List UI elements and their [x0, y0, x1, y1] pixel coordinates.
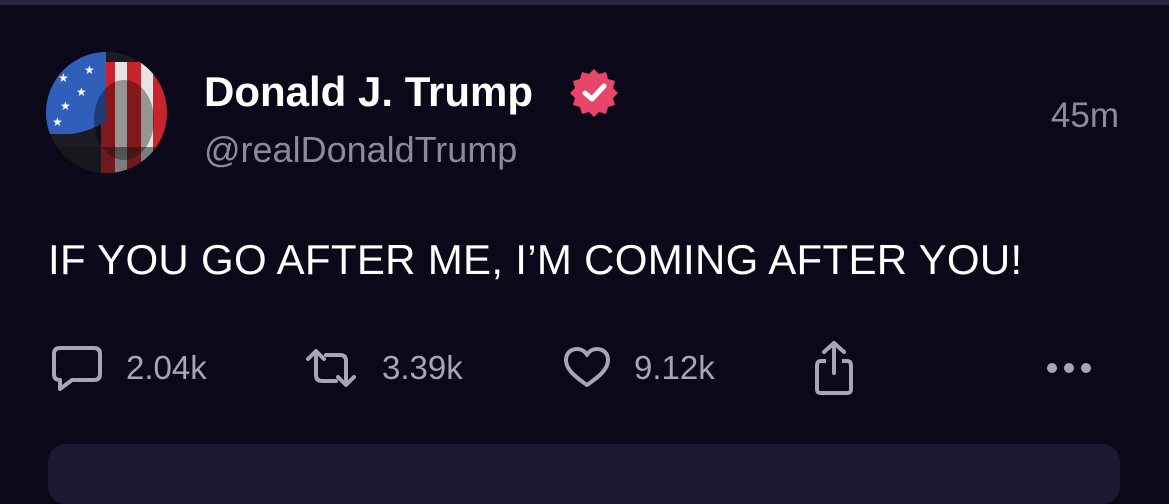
avatar-image: ★ ★ ★ ★ ★ [46, 52, 167, 173]
like-count: 9.12k [634, 349, 715, 386]
svg-text:★: ★ [58, 71, 69, 85]
display-name[interactable]: Donald J. Trump [204, 68, 533, 116]
user-handle[interactable]: @realDonaldTrump [204, 129, 517, 171]
avatar[interactable]: ★ ★ ★ ★ ★ [46, 52, 167, 173]
reply-count: 2.04k [126, 349, 207, 386]
repost-count: 3.39k [382, 349, 463, 386]
more-dots-icon [1047, 363, 1091, 373]
svg-text:★: ★ [76, 85, 87, 99]
more-options-button[interactable] [1045, 338, 1115, 398]
svg-text:★: ★ [84, 63, 95, 77]
heart-icon [564, 347, 610, 387]
reply-button[interactable]: 2.04k [50, 338, 207, 398]
post-text: IF YOU GO AFTER ME, I’M COMING AFTER YOU… [48, 236, 1023, 283]
speech-bubble-icon [52, 346, 102, 391]
svg-text:★: ★ [60, 99, 71, 113]
like-button[interactable]: 9.12k [562, 338, 715, 398]
svg-text:★: ★ [52, 115, 63, 129]
share-button[interactable] [812, 338, 878, 398]
next-post-card[interactable] [48, 444, 1120, 504]
action-bar: 2.04k 3.39k 9.12k [0, 338, 1169, 398]
share-icon [815, 341, 853, 395]
repost-arrows-icon [306, 349, 356, 387]
post-timestamp[interactable]: 45m [1051, 96, 1119, 136]
top-divider [0, 0, 1169, 5]
repost-button[interactable]: 3.39k [302, 338, 463, 398]
verified-badge-icon [568, 66, 620, 118]
